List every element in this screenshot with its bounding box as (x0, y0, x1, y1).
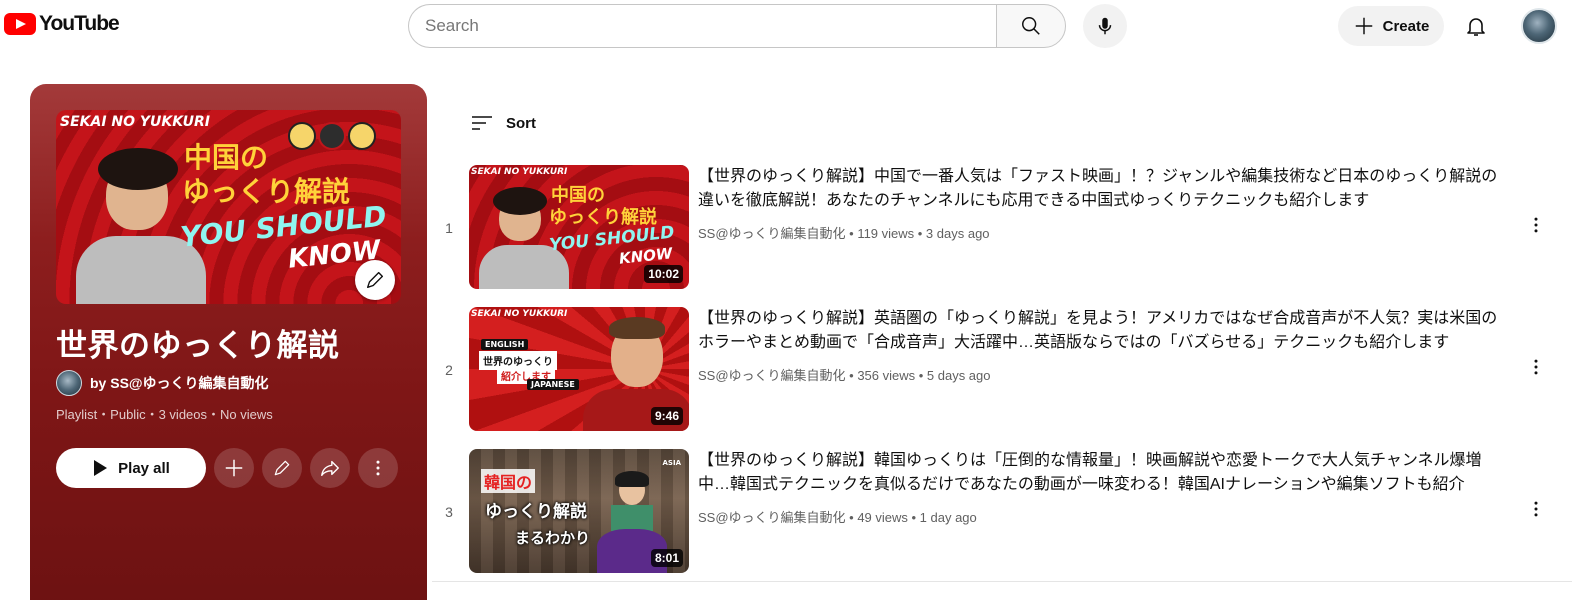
video-meta: SS@ゆっくり編集自動化 • 49 views • 1 day ago (698, 510, 977, 525)
youtube-logo[interactable]: YouTube (4, 12, 120, 36)
pencil-icon (366, 271, 384, 289)
play-icon (94, 460, 108, 476)
video-thumbnail[interactable]: 韓国の ゆっくり解説 まるわかり ASIA 8:01 (469, 449, 689, 573)
video-duration: 10:02 (644, 265, 683, 283)
more-vert-icon (376, 460, 380, 476)
video-action-menu[interactable] (1524, 497, 1548, 521)
video-thumbnail[interactable]: SEKAI NO YUKKURI ENGLISH 世界のゆっくり 紹介します J… (469, 307, 689, 431)
thumb-line4: JAPANESE (527, 379, 579, 390)
thumb-line3: まるわかり (515, 529, 591, 547)
video-index: 3 (445, 504, 453, 520)
create-label: Create (1382, 17, 1430, 35)
logo-text: YouTube (39, 12, 120, 35)
search-icon (1022, 17, 1040, 35)
masthead: YouTube Create (0, 0, 1580, 56)
playlist-title: 世界のゆっくり解説 (56, 328, 340, 363)
video-action-menu[interactable] (1524, 213, 1548, 237)
share-icon (321, 460, 339, 477)
video-title[interactable]: 【世界のゆっくり解説】中国で一番人気は「ファスト映画」！？ジャンルや編集技術など… (698, 165, 1512, 213)
more-vert-icon (1534, 359, 1538, 375)
playlist-video-row[interactable]: 1 SEKAI NO YUKKURI 中国の ゆっくり解説 YOU SHOULD… (432, 165, 1572, 291)
youtube-play-icon (4, 13, 36, 35)
search-box (408, 4, 996, 48)
video-index: 1 (445, 220, 453, 236)
video-title[interactable]: 【世界のゆっくり解説】英語圏の「ゆっくり解説」を見よう！アメリカではなぜ合成音声… (698, 307, 1512, 355)
playlist-owner[interactable]: by SS@ゆっくり編集自動化 (56, 370, 269, 396)
owner-avatar (56, 370, 82, 396)
playlist-thumbnail[interactable]: SEKAI NO YUKKURI 中国の ゆっくり解説 YOU SHOULD K… (56, 110, 401, 304)
thumb-top-text: SEKAI NO YUKKURI (471, 167, 568, 177)
edit-thumbnail-button[interactable] (355, 260, 395, 300)
thumb-top-text: SEKAI NO YUKKURI (60, 114, 210, 130)
yukkuri-characters (288, 122, 376, 150)
plus-icon (225, 459, 243, 477)
edit-playlist-button[interactable] (262, 448, 302, 488)
thumb-corner: ASIA (662, 459, 681, 467)
bell-icon (1467, 18, 1485, 36)
more-vert-icon (1534, 501, 1538, 517)
sort-icon (472, 116, 492, 130)
playlist-header-panel: SEKAI NO YUKKURI 中国の ゆっくり解説 YOU SHOULD K… (30, 84, 427, 600)
video-action-menu[interactable] (1524, 355, 1548, 379)
notifications-button[interactable] (1456, 6, 1496, 46)
search-bar (408, 4, 1066, 48)
thumb-line1: ENGLISH (481, 339, 529, 350)
video-duration: 8:01 (650, 549, 683, 567)
playlist-video-row[interactable]: 2 SEKAI NO YUKKURI ENGLISH 世界のゆっくり 紹介します… (432, 307, 1572, 433)
video-duration: 9:46 (650, 407, 683, 425)
owner-name: by SS@ゆっくり編集自動化 (90, 375, 269, 391)
microphone-icon (1098, 17, 1112, 35)
thumbnail-person (76, 148, 206, 304)
video-thumbnail[interactable]: SEKAI NO YUKKURI 中国の ゆっくり解説 YOU SHOULD K… (469, 165, 689, 289)
playlist-meta: Playlist・Public・3 videos・No views (56, 407, 273, 422)
video-index: 2 (445, 362, 453, 378)
thumb-line2: ゆっくり解説 (485, 502, 587, 522)
pencil-icon (274, 460, 290, 476)
more-options-button[interactable] (358, 448, 398, 488)
create-button[interactable]: Create (1338, 6, 1444, 46)
search-input[interactable] (425, 16, 980, 36)
play-all-label: Play all (118, 459, 170, 477)
play-all-button[interactable]: Play all (56, 448, 206, 488)
plus-icon (1355, 17, 1372, 35)
sort-label: Sort (506, 114, 536, 132)
video-title[interactable]: 【世界のゆっくり解説】韓国ゆっくりは「圧倒的な情報量」！映画解説や恋愛トークで大… (698, 449, 1512, 497)
thumbnail-person (479, 187, 569, 289)
list-divider (432, 581, 1572, 582)
playlist-video-row[interactable]: 3 韓国の ゆっくり解説 まるわかり ASIA 8:01 【世界のゆっくり解説】… (432, 449, 1572, 575)
voice-search-button[interactable] (1083, 4, 1127, 48)
search-button[interactable] (996, 4, 1066, 48)
share-button[interactable] (310, 448, 350, 488)
more-vert-icon (1534, 217, 1538, 233)
thumb-line2: ゆっくり解説 (182, 175, 351, 208)
account-avatar[interactable] (1521, 8, 1557, 44)
video-meta: SS@ゆっくり編集自動化 • 356 views • 5 days ago (698, 368, 991, 383)
sort-button[interactable]: Sort (470, 111, 536, 135)
thumb-line1: 韓国の (481, 469, 536, 493)
video-meta: SS@ゆっくり編集自動化 • 119 views • 3 days ago (698, 226, 990, 241)
thumb-top-text: SEKAI NO YUKKURI (471, 309, 568, 319)
add-video-button[interactable] (214, 448, 254, 488)
